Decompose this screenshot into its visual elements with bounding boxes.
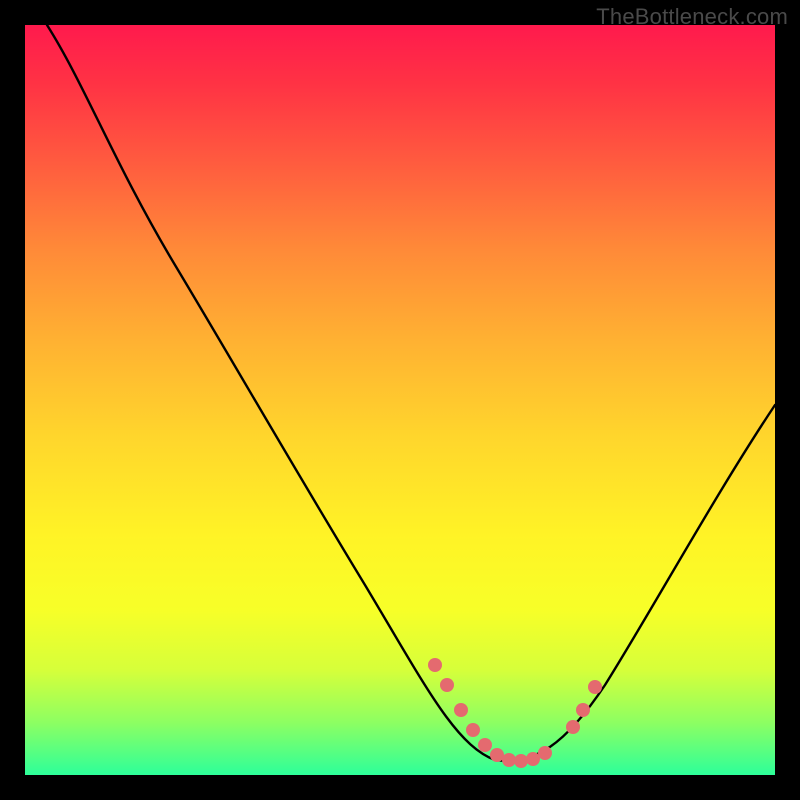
bottleneck-curve <box>25 25 775 775</box>
chart-plot-area <box>25 25 775 775</box>
marker-dots <box>428 658 602 768</box>
watermark-text: TheBottleneck.com <box>596 4 788 30</box>
curve-path <box>47 25 775 761</box>
